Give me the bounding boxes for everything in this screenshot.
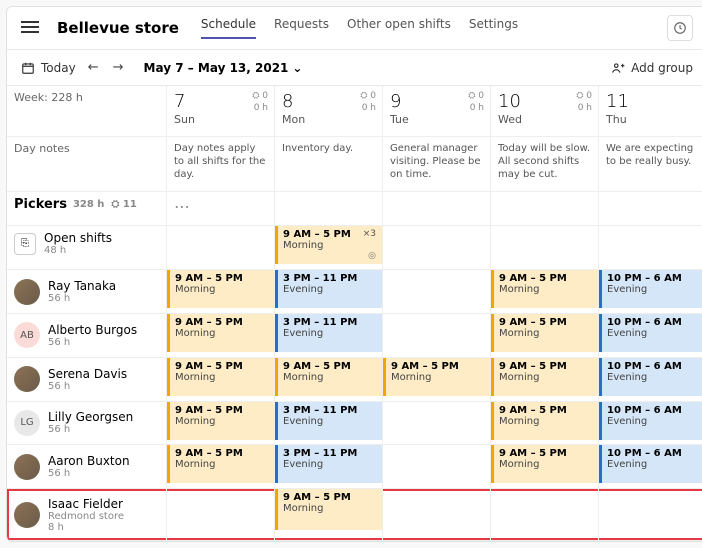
empty-cell[interactable] xyxy=(599,489,702,541)
empty-cell[interactable] xyxy=(383,445,491,489)
tab-schedule[interactable]: Schedule xyxy=(201,17,256,39)
day-header-tue[interactable]: 9Tue⛭ 00 h xyxy=(383,86,491,137)
day-header-thu[interactable]: 11Thu xyxy=(599,86,702,137)
empty-cell[interactable] xyxy=(383,314,491,358)
group-actions: ⋯ xyxy=(167,192,275,227)
empty-cell[interactable] xyxy=(491,489,599,541)
empty-cell[interactable] xyxy=(383,489,491,541)
menu-icon[interactable] xyxy=(21,21,39,35)
shift-cell[interactable]: 9 AM – 5 PMMorning xyxy=(383,358,491,402)
shift-cell[interactable]: 9 AM – 5 PMMorning xyxy=(167,445,275,489)
shift-cell[interactable]: 10 PM – 6 AMEvening xyxy=(599,445,702,489)
person-row[interactable]: Aaron Buxton56 h xyxy=(7,445,167,489)
open-shift-icon: ⎘ xyxy=(14,233,36,255)
shift-cell[interactable]: 9 AM – 5 PMMorning xyxy=(491,358,599,402)
person-row[interactable]: LGLilly Georgsen56 h xyxy=(7,402,167,446)
group-more-icon[interactable]: ⋯ xyxy=(174,197,190,216)
day-header-sun[interactable]: 7Sun⛭ 00 h xyxy=(167,86,275,137)
shift-cell[interactable]: 9 AM – 5 PMMorning xyxy=(275,489,383,541)
shift-cell[interactable]: 3 PM – 11 PMEvening xyxy=(275,402,383,446)
day-notes-label: Day notes xyxy=(7,137,167,192)
tab-requests[interactable]: Requests xyxy=(274,17,329,39)
shift-cell[interactable]: 9 AM – 5 PMMorning xyxy=(275,358,383,402)
empty-cell[interactable] xyxy=(167,489,275,541)
date-range-picker[interactable]: May 7 – May 13, 2021 ⌄ xyxy=(144,61,303,75)
shift-cell[interactable]: 3 PM – 11 PMEvening xyxy=(275,445,383,489)
person-row[interactable]: ABAlberto Burgos56 h xyxy=(7,314,167,358)
empty-cell[interactable] xyxy=(383,402,491,446)
next-week-button[interactable]: → xyxy=(111,58,126,77)
date-range-label: May 7 – May 13, 2021 xyxy=(144,61,289,75)
today-button[interactable]: Today xyxy=(21,61,76,75)
shift-cell[interactable]: 9 AM – 5 PMMorning xyxy=(491,314,599,358)
today-label: Today xyxy=(41,61,76,75)
add-group-button[interactable]: Add group xyxy=(611,61,693,75)
shift-cell[interactable]: 3 PM – 11 PMEvening xyxy=(275,270,383,314)
shift-open[interactable]: 9 AM – 5 PMMorning×3◎ xyxy=(275,226,383,270)
store-title: Bellevue store xyxy=(57,19,179,37)
shift-cell[interactable]: 9 AM – 5 PMMorning xyxy=(167,358,275,402)
shift-cell[interactable]: 9 AM – 5 PMMorning xyxy=(167,402,275,446)
person-row[interactable]: Ray Tanaka56 h xyxy=(7,270,167,314)
tab-other-open-shifts[interactable]: Other open shifts xyxy=(347,17,451,39)
day-note: Today will be slow. All second shifts ma… xyxy=(491,137,599,192)
empty-cell[interactable] xyxy=(383,270,491,314)
main-tabs: Schedule Requests Other open shifts Setting… xyxy=(201,17,518,39)
day-header-mon[interactable]: 8Mon⛭ 00 h xyxy=(275,86,383,137)
prev-week-button[interactable]: ← xyxy=(86,58,101,77)
chevron-down-icon: ⌄ xyxy=(292,61,302,75)
day-note: Inventory day. xyxy=(275,137,383,192)
day-note: We are expecting to be really busy. xyxy=(599,137,702,192)
week-hours-label: Week: 228 h xyxy=(7,86,167,137)
day-header-wed[interactable]: 10Wed⛭ 00 h xyxy=(491,86,599,137)
day-note: General manager visiting. Please be on t… xyxy=(383,137,491,192)
pin-icon: ◎ xyxy=(368,251,376,261)
shift-cell[interactable]: 10 PM – 6 AMEvening xyxy=(599,358,702,402)
shift-cell[interactable]: 9 AM – 5 PMMorning xyxy=(491,270,599,314)
tab-settings[interactable]: Settings xyxy=(469,17,518,39)
shift-cell[interactable]: 9 AM – 5 PMMorning xyxy=(491,445,599,489)
shift-cell[interactable]: 9 AM – 5 PMMorning xyxy=(167,314,275,358)
shift-cell[interactable]: 10 PM – 6 AMEvening xyxy=(599,314,702,358)
add-group-label: Add group xyxy=(631,61,693,75)
group-pickers[interactable]: Pickers 328 h ⛭ 11 xyxy=(7,192,167,227)
clock-button[interactable] xyxy=(667,15,693,41)
shift-cell[interactable]: 9 AM – 5 PMMorning xyxy=(167,270,275,314)
open-shifts-row[interactable]: ⎘Open shifts48 h xyxy=(7,226,167,270)
shift-cell[interactable]: 9 AM – 5 PMMorning xyxy=(491,402,599,446)
person-row[interactable]: Isaac FielderRedmond store8 h xyxy=(7,489,167,541)
day-note: Day notes apply to all shifts for the da… xyxy=(167,137,275,192)
person-row[interactable]: Serena Davis56 h xyxy=(7,358,167,402)
shift-cell[interactable]: 3 PM – 11 PMEvening xyxy=(275,314,383,358)
shift-cell[interactable]: 10 PM – 6 AMEvening xyxy=(599,402,702,446)
shift-cell[interactable]: 10 PM – 6 AMEvening xyxy=(599,270,702,314)
